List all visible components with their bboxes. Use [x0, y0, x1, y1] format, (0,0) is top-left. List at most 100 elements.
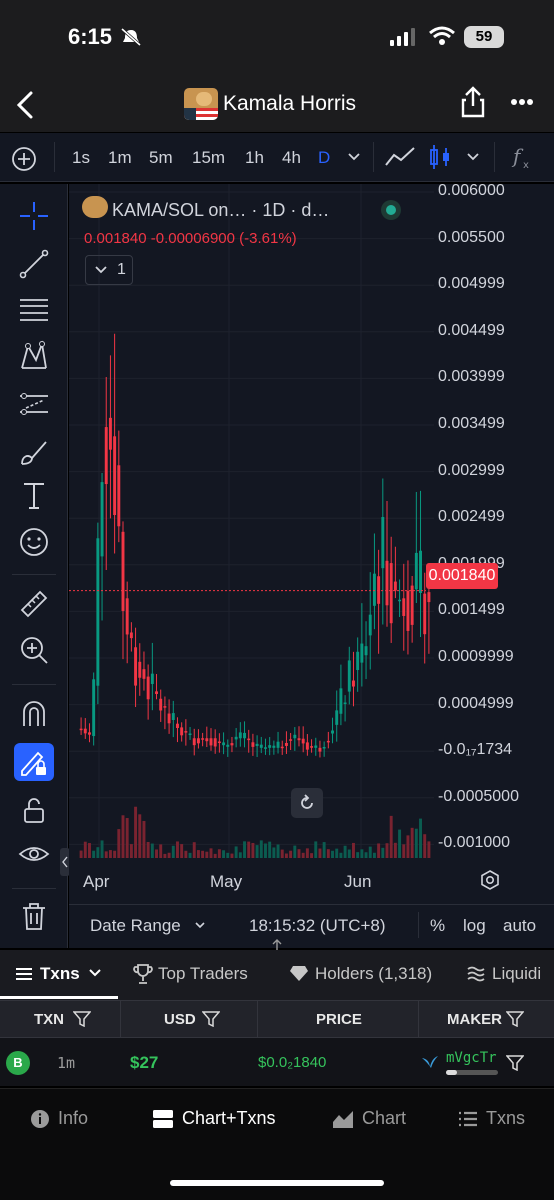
timeframe-d[interactable]: D: [318, 148, 330, 168]
candle-body: [264, 747, 267, 749]
x-tick-label: Apr: [83, 872, 110, 891]
volume-bar: [108, 850, 112, 858]
txn-price: $0.0₂1840: [258, 1054, 327, 1071]
tab-txns[interactable]: Txns: [40, 964, 80, 984]
tool-divider: [12, 574, 56, 575]
y-tick-label: 0.002999: [438, 461, 505, 479]
fib-retracement-icon[interactable]: [16, 292, 52, 328]
lock-drawings-button[interactable]: [14, 743, 54, 781]
filter-icon[interactable]: [506, 1055, 524, 1071]
chart-type-chevron-icon[interactable]: [466, 152, 480, 162]
candle-body: [192, 738, 196, 746]
filter-icon[interactable]: [202, 1011, 220, 1027]
candle-body: [402, 598, 406, 616]
brush-icon[interactable]: [16, 434, 52, 470]
candle-body: [125, 598, 129, 635]
volume-bar: [230, 853, 234, 858]
volume-bar: [314, 841, 318, 858]
tab-top-traders[interactable]: Top Traders: [158, 964, 248, 984]
volume-bar: [402, 844, 406, 858]
volume-bar: [138, 814, 142, 858]
trend-line-icon[interactable]: [16, 246, 52, 282]
candle-body: [322, 747, 326, 749]
legend-pair: KAMA/SOL on… · 1D · d…: [112, 200, 330, 220]
timeframe-15m[interactable]: 15m: [192, 148, 225, 168]
page-title: Kamala Horris: [223, 92, 357, 115]
volume-bar: [121, 815, 125, 858]
chart-settings-icon[interactable]: [479, 869, 501, 891]
txn-age: 1m: [57, 1054, 76, 1072]
unlock-icon[interactable]: [16, 792, 52, 828]
nav-chart-txns[interactable]: Chart+Txns: [152, 1108, 276, 1129]
volume-bar: [201, 850, 205, 858]
volume-bar: [142, 820, 146, 858]
volume-bar: [414, 828, 418, 858]
text-tool-icon[interactable]: [16, 478, 52, 514]
trash-icon[interactable]: [16, 898, 52, 934]
back-chevron-icon[interactable]: [14, 90, 36, 120]
add-indicator-icon[interactable]: [11, 146, 37, 172]
timeframe-chevron-icon[interactable]: [347, 152, 361, 162]
tab-chevron-icon[interactable]: [88, 968, 102, 978]
volume-bar: [117, 829, 121, 858]
candle-body: [83, 728, 87, 734]
date-range-button[interactable]: Date Range: [90, 916, 181, 936]
nav-chart[interactable]: Chart: [332, 1108, 406, 1129]
pattern-icon[interactable]: [16, 338, 52, 374]
eye-icon[interactable]: [16, 836, 52, 872]
reset-chart-button[interactable]: [291, 788, 323, 818]
svg-text:x: x: [523, 160, 529, 171]
candle-body: [393, 581, 397, 591]
y-tick-label: 0.006000: [438, 182, 505, 199]
candle-body: [146, 676, 150, 700]
magnet-icon[interactable]: [16, 696, 52, 732]
signal-icon: [390, 28, 415, 46]
zoom-in-icon[interactable]: [16, 632, 52, 668]
percent-toggle[interactable]: %: [430, 916, 445, 936]
candle-body: [280, 746, 284, 749]
candle-body: [243, 732, 246, 739]
volume-bar: [176, 841, 179, 858]
timeframe-4h[interactable]: 4h: [282, 148, 301, 168]
volume-bar: [196, 850, 200, 858]
volume-bar: [360, 849, 364, 858]
candles-icon[interactable]: [428, 143, 452, 171]
emoji-icon[interactable]: [16, 524, 52, 560]
indicators-toggle[interactable]: 1: [85, 255, 133, 285]
filter-icon[interactable]: [506, 1011, 524, 1027]
crosshair-icon[interactable]: [16, 198, 52, 234]
function-icon[interactable]: fx: [510, 143, 534, 171]
timeframe-1m[interactable]: 1m: [108, 148, 132, 168]
forecast-icon[interactable]: [16, 386, 52, 422]
auto-toggle[interactable]: auto: [503, 916, 536, 936]
more-icon[interactable]: [510, 98, 534, 106]
ruler-icon[interactable]: [16, 586, 52, 622]
tab-holders[interactable]: Holders (1,318): [315, 964, 432, 984]
log-toggle[interactable]: log: [463, 916, 486, 936]
date-range-chevron-icon[interactable]: [194, 921, 206, 929]
tab-liquidity[interactable]: Liquidi: [492, 964, 541, 984]
candle-body: [217, 741, 221, 743]
candle-body: [326, 740, 330, 743]
line-chart-icon[interactable]: [384, 145, 416, 169]
share-icon[interactable]: [460, 86, 486, 118]
nav-info[interactable]: Info: [30, 1108, 88, 1129]
list-icon: [459, 1111, 477, 1126]
candle-body: [377, 576, 381, 604]
bottom-divider: [418, 912, 419, 938]
volume-bar: [171, 845, 175, 858]
timeframe-1s[interactable]: 1s: [72, 148, 90, 168]
nav-info-label: Info: [58, 1108, 89, 1128]
volume-bar: [381, 847, 385, 858]
candle-body: [427, 592, 431, 603]
column-txn: TXN: [34, 1011, 64, 1028]
candle-body: [352, 680, 355, 687]
maker-address[interactable]: mVgcTr: [446, 1050, 497, 1066]
candle-body: [410, 585, 414, 625]
filter-icon[interactable]: [73, 1011, 91, 1027]
timeframe-1h[interactable]: 1h: [245, 148, 264, 168]
timeframe-5m[interactable]: 5m: [149, 148, 173, 168]
nav-txns[interactable]: Txns: [458, 1108, 525, 1129]
tool-divider: [12, 684, 56, 685]
volume-bar: [238, 852, 242, 858]
